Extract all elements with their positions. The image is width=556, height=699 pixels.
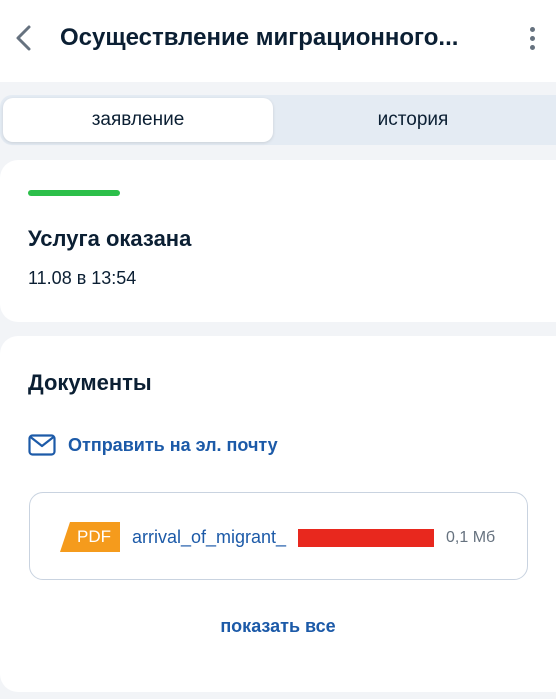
- tab-application[interactable]: заявление: [3, 98, 273, 142]
- file-name[interactable]: arrival_of_migrant_: [132, 527, 286, 548]
- tab-history[interactable]: история: [273, 98, 553, 142]
- documents-title: Документы: [28, 370, 152, 395]
- file-size: 0,1 Мб: [446, 529, 496, 546]
- send-email-label: Отправить на эл. почту: [68, 434, 278, 455]
- back-button[interactable]: [6, 20, 42, 56]
- status-date: 11.08 в 13:54: [28, 268, 137, 288]
- show-all-button[interactable]: показать все: [0, 616, 556, 637]
- app-header: Осуществление миграционного...: [0, 0, 556, 82]
- more-vertical-icon: [529, 26, 535, 32]
- redaction-bar: [298, 529, 434, 547]
- file-type-label: PDF: [77, 527, 111, 546]
- status-indicator-bar: [28, 190, 120, 196]
- send-email-link[interactable]: Отправить на эл. почту: [28, 434, 278, 456]
- status-title: Услуга оказана: [28, 226, 192, 251]
- page-title: Осуществление миграционного...: [60, 24, 459, 51]
- more-options-button[interactable]: [520, 22, 544, 54]
- envelope-icon: [28, 434, 56, 456]
- pdf-icon: PDF: [60, 522, 120, 552]
- chevron-left-icon: [16, 25, 31, 51]
- tab-switcher: заявление история: [0, 95, 556, 145]
